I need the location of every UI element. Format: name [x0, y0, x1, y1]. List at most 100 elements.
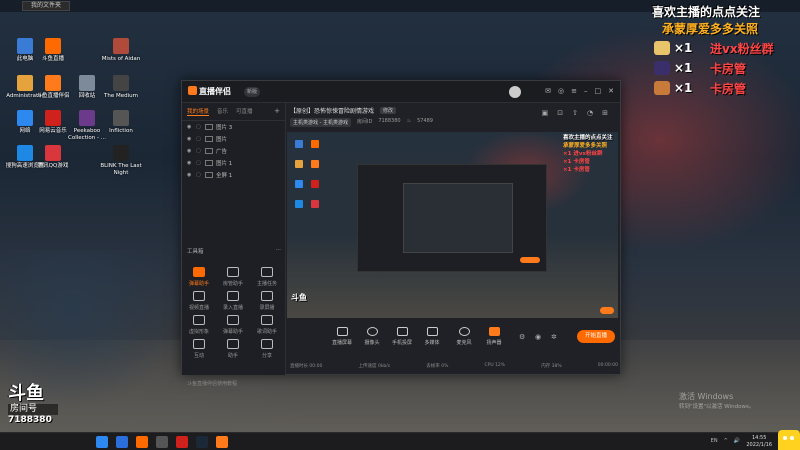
tool-button[interactable]: 互动	[184, 339, 214, 359]
source-item[interactable]: ◉ ▢ 图片	[182, 133, 285, 145]
speaker-button[interactable]: 扬声器	[479, 327, 509, 346]
room-id: 7188380	[378, 118, 401, 124]
preview-overlay: 喜欢主播的点点关注 承蒙厚爱多多关照 ×1 进vx粉丝群 ×1 卡房管 ×1 卡…	[563, 135, 613, 173]
edit-title-button[interactable]: 修改	[380, 107, 397, 114]
version-badge[interactable]: 新版	[244, 87, 261, 97]
preview-canvas[interactable]: 喜欢主播的点点关注 承蒙厚爱多多关照 ×1 进vx粉丝群 ×1 卡房管 ×1 卡…	[287, 132, 618, 318]
source-item[interactable]: ◉ ▢ 广告	[182, 145, 285, 157]
lock-icon[interactable]: ▢	[196, 172, 205, 178]
status-bar: 直播时长 00:00 上传速度 0kb/s 丢帧率 0% CPU 12% 内存 …	[290, 363, 618, 369]
room-info-row: 主机类游戏 - 主机类游戏 房间ID 7188380 ♨ 57489	[290, 118, 433, 127]
message-icon[interactable]: ✉	[545, 87, 551, 95]
lock-icon[interactable]: ▢	[196, 124, 205, 130]
eye-icon[interactable]: ◉	[535, 333, 541, 341]
room-title-row: 【原创】恐怖惊悚冒险剧情游戏 修改	[290, 106, 397, 115]
steam-taskbar-icon[interactable]	[196, 436, 208, 448]
microphone-button[interactable]: 麦克风	[449, 327, 479, 346]
maximize-icon[interactable]: □	[595, 87, 602, 95]
tool-label: 歌词助手	[256, 329, 277, 335]
skin-icon[interactable]: ◎	[558, 87, 564, 95]
menu-icon[interactable]: ≡	[571, 87, 577, 95]
minimize-icon[interactable]: –	[584, 87, 588, 95]
tool-button[interactable]: 弹幕助手	[184, 267, 214, 287]
tool-icon	[227, 267, 239, 277]
tool-icon	[193, 267, 205, 277]
tab-music[interactable]: 音乐	[217, 107, 228, 116]
tool-button[interactable]: 虚拟形象	[184, 315, 214, 335]
live-companion-taskbar-icon[interactable]	[216, 436, 228, 448]
gift-icon[interactable]: ▣	[542, 109, 549, 117]
language-indicator[interactable]: EN	[711, 438, 718, 444]
overlay-subtitle: 承蒙厚爱多多关照	[662, 22, 759, 36]
tool-button[interactable]: 录屏播	[252, 291, 282, 311]
overlay-row: ×1 进vx粉丝群	[654, 38, 800, 58]
tool-button[interactable]: 弹幕助手	[218, 315, 248, 335]
desktop-icon[interactable]: 斗鱼直播	[32, 38, 74, 63]
eye-icon[interactable]: ◉	[187, 160, 196, 166]
desktop-icon[interactable]: Infliction	[100, 110, 142, 135]
media-button[interactable]: 多媒体	[417, 327, 447, 346]
start-live-button[interactable]: 开始直播	[577, 330, 615, 343]
share-icon[interactable]: ⇧	[572, 109, 578, 117]
bell-icon[interactable]: ◔	[587, 109, 593, 117]
close-icon[interactable]: ✕	[608, 87, 614, 95]
app-taskbar-icon[interactable]	[156, 436, 168, 448]
desktop-icon[interactable]: Mists of Aidan	[100, 38, 142, 63]
tool-button[interactable]: 助手	[218, 339, 248, 359]
heat-value: 57489	[417, 118, 433, 124]
eye-icon[interactable]: ◉	[187, 124, 196, 130]
tab-my-scene[interactable]: 我的场景	[187, 107, 210, 116]
layout-icon[interactable]: ⊞	[602, 109, 608, 117]
monitor-icon	[336, 327, 348, 336]
source-item[interactable]: ◉ ▢ 图片 1	[182, 157, 285, 169]
tool-button[interactable]: 分享	[252, 339, 282, 359]
add-scene-button[interactable]: +	[274, 107, 280, 116]
more-icon[interactable]: ⋯	[276, 247, 282, 255]
phone-icon	[396, 327, 408, 336]
phone-cast-button[interactable]: 手机投屏	[387, 327, 417, 346]
eye-icon[interactable]: ◉	[187, 148, 196, 154]
play-icon	[426, 327, 438, 336]
image-icon	[205, 136, 213, 142]
source-item[interactable]: ◉ ▢ 图片 3	[182, 121, 285, 133]
desktop-icon[interactable]: The Medium	[100, 75, 142, 100]
tool-button[interactable]: 录入直播	[218, 291, 248, 311]
browser-icon[interactable]	[116, 436, 128, 448]
image-icon	[205, 148, 213, 154]
chevron-up-icon[interactable]: ^	[724, 438, 728, 444]
tool-button[interactable]: 主播任务	[252, 267, 282, 287]
tutorial-link[interactable]: 斗鱼直播伴侣使用教程	[187, 380, 237, 387]
desktop-icon[interactable]: BLINK The Last Night	[100, 145, 142, 177]
eye-icon[interactable]: ◉	[187, 172, 196, 178]
tool-button[interactable]: 房管助手	[218, 267, 248, 287]
avatar[interactable]	[509, 86, 521, 98]
desktop-icon-label: The Medium	[104, 93, 138, 99]
category-chip[interactable]: 主机类游戏 - 主机类游戏	[290, 118, 351, 127]
source-item[interactable]: ◉ ▢ 全屏 1	[182, 169, 285, 181]
microphone-icon	[458, 327, 470, 336]
camera-button[interactable]: 摄像头	[357, 327, 387, 346]
tab-live[interactable]: 可直播	[236, 107, 253, 116]
lock-icon[interactable]: ▢	[196, 136, 205, 142]
source-list: ◉ ▢ 图片 3 ◉ ▢ 图片 ◉ ▢ 广告 ◉ ▢ 图片 1 ◉ ▢ 全屏 1	[182, 121, 285, 181]
clock[interactable]: 14:55 2022/1/16	[746, 435, 772, 449]
volume-icon[interactable]: 🔊	[734, 438, 740, 444]
lock-icon[interactable]: ▢	[196, 160, 205, 166]
music-taskbar-icon[interactable]	[176, 436, 188, 448]
room-title[interactable]: 【原创】恐怖惊悚冒险剧情游戏	[290, 106, 374, 115]
screen-capture-button[interactable]: 直播屏幕	[327, 327, 357, 346]
douyu-taskbar-icon[interactable]	[136, 436, 148, 448]
lock-icon[interactable]: ⊡	[557, 109, 563, 117]
gear-icon[interactable]: ✲	[551, 333, 557, 341]
desktop-icon[interactable]: 腾讯QQ游戏	[32, 145, 74, 170]
tool-icon	[261, 315, 273, 325]
windows-start-icon[interactable]	[96, 436, 108, 448]
speaker-icon	[488, 327, 500, 336]
lock-icon[interactable]: ▢	[196, 148, 205, 154]
tool-button[interactable]: 视频直播	[184, 291, 214, 311]
folder-tab[interactable]: 我的文件夹	[22, 1, 70, 11]
eye-icon[interactable]: ◉	[187, 136, 196, 142]
settings-icon[interactable]: ⚙	[519, 333, 525, 341]
tool-button[interactable]: 歌词助手	[252, 315, 282, 335]
preview-toggle[interactable]	[600, 307, 614, 314]
